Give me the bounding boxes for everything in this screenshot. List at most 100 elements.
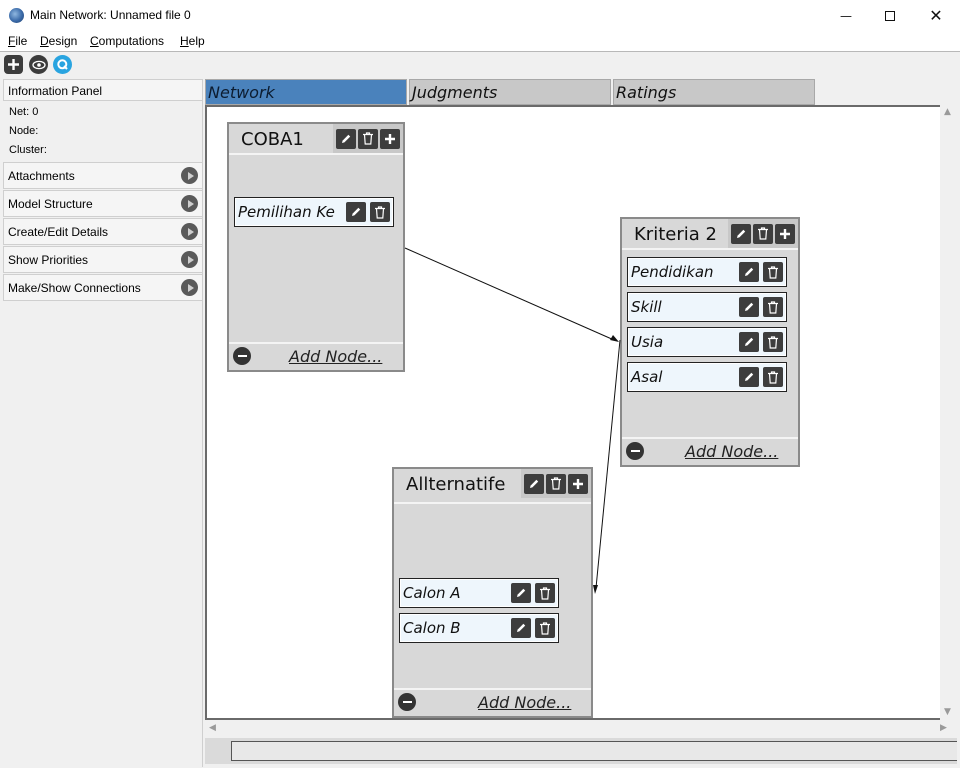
edit-node-button[interactable]: [739, 367, 759, 387]
expand-arrow-icon[interactable]: [181, 279, 198, 296]
cluster-allternatife[interactable]: Allternatife Calon A Calon B Add Node...: [392, 467, 593, 718]
node-asal[interactable]: Asal: [627, 362, 787, 392]
cluster-toolbar: [728, 219, 798, 248]
node-calon-b[interactable]: Calon B: [399, 613, 559, 643]
menu-design[interactable]: Design: [40, 34, 77, 48]
edit-node-button[interactable]: [739, 297, 759, 317]
pencil-icon: [745, 302, 754, 311]
info-node: Node:: [9, 125, 39, 137]
cluster-footer: Add Node...: [394, 688, 591, 714]
panel-section-create-edit-details[interactable]: Create/Edit Details: [3, 218, 203, 245]
menu-help[interactable]: Help: [180, 34, 205, 48]
delete-node-button[interactable]: [763, 332, 783, 352]
edit-node-button[interactable]: [739, 262, 759, 282]
view-button[interactable]: [29, 55, 48, 74]
delete-cluster-button[interactable]: [358, 128, 378, 149]
edit-cluster-button[interactable]: [524, 473, 544, 494]
information-panel-header: Information Panel: [3, 79, 203, 101]
delete-node-button[interactable]: [763, 367, 783, 387]
q-icon: [57, 59, 68, 70]
vertical-scrollbar[interactable]: ▲ ▼: [940, 105, 957, 720]
trash-icon: [540, 586, 550, 600]
edit-node-button[interactable]: [739, 332, 759, 352]
cluster-coba1[interactable]: COBA1 Pemilihan Ke Add Node...: [227, 122, 405, 372]
pencil-icon: [745, 267, 754, 276]
cluster-kriteria-2[interactable]: Kriteria 2 Pendidikan Skill Usia Asal Ad…: [620, 217, 800, 467]
edit-node-button[interactable]: [511, 618, 531, 638]
edit-node-button[interactable]: [511, 583, 531, 603]
add-button[interactable]: [4, 55, 23, 74]
window-title: Main Network: Unnamed file 0: [30, 8, 191, 22]
maximize-button[interactable]: [867, 0, 913, 31]
pencil-icon: [745, 372, 754, 381]
delete-cluster-button[interactable]: [753, 223, 773, 244]
pencil-icon: [530, 479, 539, 488]
menu-file[interactable]: File: [8, 34, 27, 48]
trash-icon: [758, 227, 768, 240]
scroll-left-icon[interactable]: ◀: [209, 723, 216, 733]
panel-section-attachments[interactable]: Attachments: [3, 162, 203, 189]
plus-icon: [780, 228, 790, 239]
menu-computations[interactable]: Computations: [90, 34, 164, 48]
add-cluster-button[interactable]: [568, 473, 588, 494]
scroll-down-icon[interactable]: ▼: [944, 707, 951, 717]
tab-ratings[interactable]: Ratings: [613, 79, 815, 105]
delete-node-button[interactable]: [763, 297, 783, 317]
pencil-icon: [745, 337, 754, 346]
scroll-right-icon[interactable]: ▶: [940, 723, 947, 733]
add-cluster-button[interactable]: [380, 128, 400, 149]
expand-arrow-icon[interactable]: [181, 251, 198, 268]
pencil-icon: [352, 207, 361, 216]
cluster-footer: Add Node...: [622, 437, 798, 463]
delete-node-button[interactable]: [535, 583, 555, 603]
close-button[interactable]: ✕: [913, 0, 959, 31]
trash-icon: [375, 205, 385, 219]
question-button[interactable]: [53, 55, 72, 74]
collapse-cluster-icon[interactable]: [398, 693, 416, 711]
trash-icon: [551, 477, 561, 490]
edit-cluster-button[interactable]: [336, 128, 356, 149]
tab-network[interactable]: Network: [205, 79, 407, 105]
edit-node-button[interactable]: [346, 202, 366, 222]
horizontal-scrollbar[interactable]: ◀ ▶: [205, 720, 957, 738]
tab-judgments[interactable]: Judgments: [409, 79, 611, 105]
pencil-icon: [517, 623, 526, 632]
node-usia[interactable]: Usia: [627, 327, 787, 357]
collapse-cluster-icon[interactable]: [626, 442, 644, 460]
plus-icon: [8, 59, 19, 70]
add-cluster-button[interactable]: [775, 223, 795, 244]
add-node-link[interactable]: Add Node...: [289, 347, 382, 366]
add-node-link[interactable]: Add Node...: [478, 693, 571, 712]
node-pemilihan-ke[interactable]: Pemilihan Ke: [234, 197, 394, 227]
panel-section-show-priorities[interactable]: Show Priorities: [3, 246, 203, 273]
node-calon-a[interactable]: Calon A: [399, 578, 559, 608]
delete-node-button[interactable]: [763, 262, 783, 282]
minimize-button[interactable]: —: [823, 0, 869, 31]
maximize-icon: [885, 10, 895, 21]
node-skill[interactable]: Skill: [627, 292, 787, 322]
trash-icon: [540, 621, 550, 635]
expand-arrow-icon[interactable]: [181, 167, 198, 184]
node-pendidikan[interactable]: Pendidikan: [627, 257, 787, 287]
delete-cluster-button[interactable]: [546, 473, 566, 494]
panel-section-model-structure[interactable]: Model Structure: [3, 190, 203, 217]
add-node-link[interactable]: Add Node...: [685, 442, 778, 461]
expand-arrow-icon[interactable]: [181, 195, 198, 212]
cluster-title: Kriteria 2: [634, 224, 717, 245]
expand-arrow-icon[interactable]: [181, 223, 198, 240]
scroll-up-icon[interactable]: ▲: [944, 107, 951, 117]
trash-icon: [768, 370, 778, 384]
cluster-toolbar: [333, 124, 403, 153]
cluster-title: Allternatife: [406, 474, 506, 495]
menu-bar: File Design Computations Help: [0, 31, 960, 51]
delete-node-button[interactable]: [370, 202, 390, 222]
status-bar: [205, 738, 957, 764]
delete-node-button[interactable]: [535, 618, 555, 638]
trash-icon: [768, 300, 778, 314]
trash-icon: [768, 335, 778, 349]
collapse-cluster-icon[interactable]: [233, 347, 251, 365]
edit-cluster-button[interactable]: [731, 223, 751, 244]
panel-section-make-show-connections[interactable]: Make/Show Connections: [3, 274, 203, 301]
trash-icon: [363, 132, 373, 145]
status-field: [231, 741, 957, 761]
